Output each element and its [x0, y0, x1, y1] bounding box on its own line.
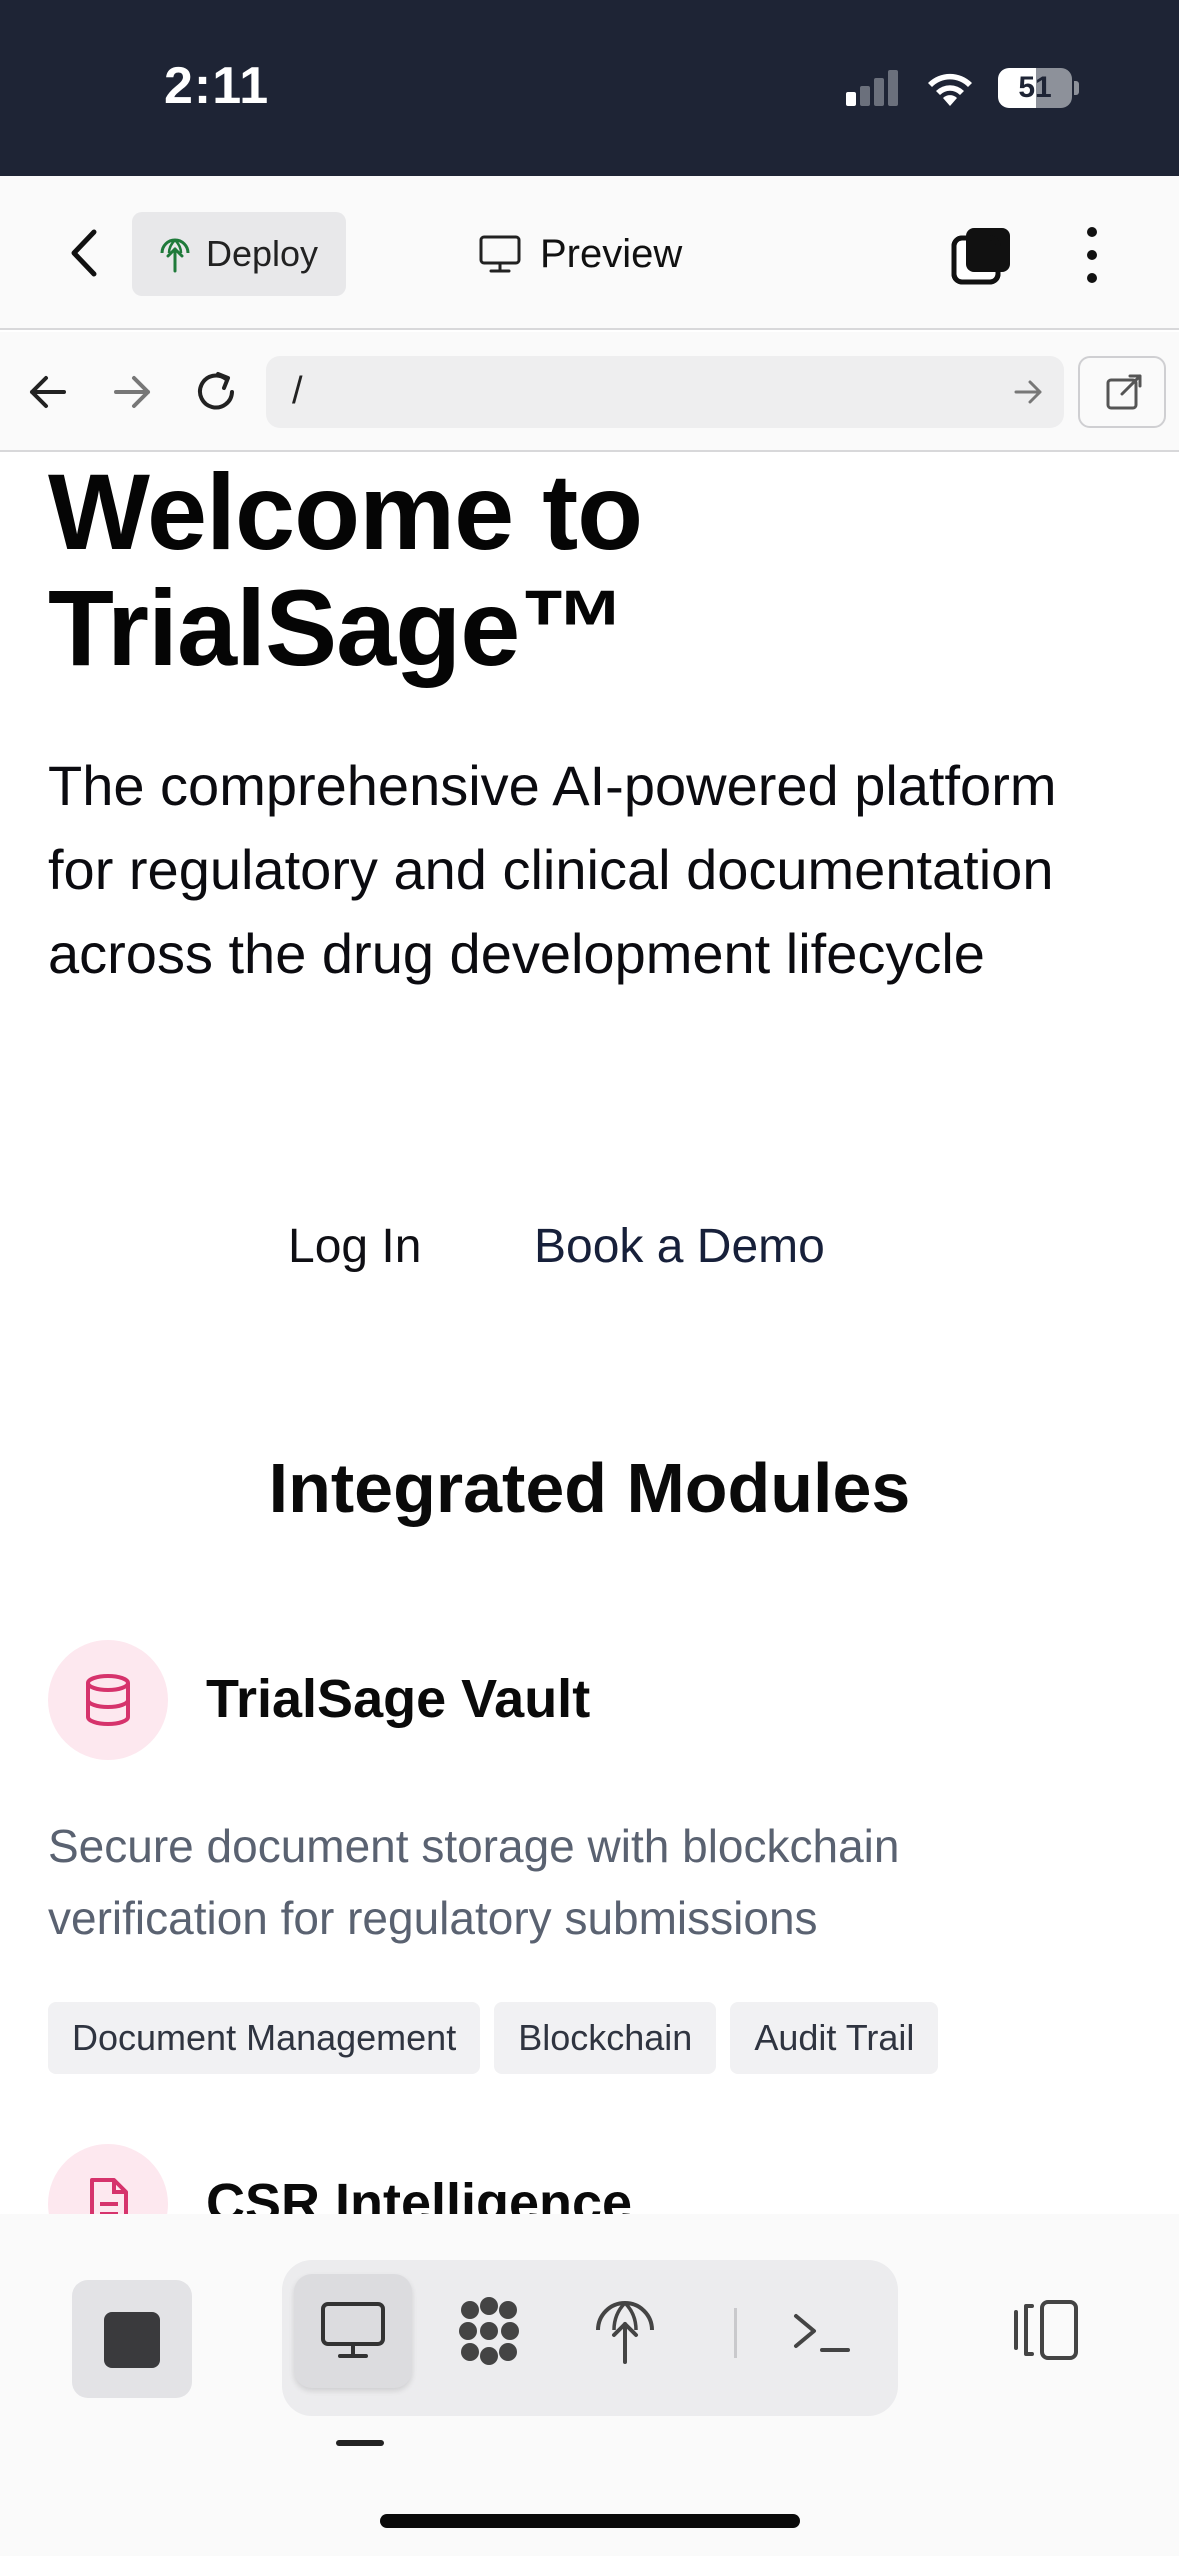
signal-icon: [846, 70, 906, 106]
login-button[interactable]: Log In: [268, 1202, 441, 1292]
battery-icon: 51: [998, 68, 1079, 108]
panel-toggle-icon[interactable]: [1006, 2290, 1086, 2370]
module-tags: Document Management Blockchain Audit Tra…: [48, 2002, 939, 2074]
agent-tool-button[interactable]: [430, 2274, 548, 2388]
tag: Blockchain: [494, 2002, 717, 2074]
monitor-icon: [321, 2302, 385, 2358]
back-chevron-icon[interactable]: [56, 220, 116, 286]
monitor-icon: [479, 235, 521, 273]
page-content: Welcome to TrialSage™ The comprehensive …: [0, 454, 1179, 2214]
status-bar: 2:11 51: [0, 0, 1179, 176]
book-demo-button[interactable]: Book a Demo: [520, 1202, 839, 1292]
module-description: Secure document storage with blockchain …: [48, 1820, 900, 1944]
terminal-icon: [794, 2314, 850, 2352]
deploy-button[interactable]: Deploy: [132, 212, 346, 296]
url-input[interactable]: /: [266, 356, 1064, 428]
preview-tool-button[interactable]: [294, 2274, 412, 2388]
url-text: /: [292, 370, 303, 412]
home-indicator: [380, 2514, 800, 2528]
hero-subtitle: The comprehensive AI-powered platform fo…: [48, 754, 1057, 985]
deploy-tool-button[interactable]: [566, 2274, 684, 2388]
browser-bar: /: [0, 332, 1179, 452]
stop-icon: [104, 2312, 160, 2368]
forward-arrow-icon[interactable]: [104, 364, 160, 420]
wifi-icon: [928, 73, 972, 106]
more-options-icon[interactable]: [1072, 222, 1112, 288]
tag: Document Management: [48, 2002, 481, 2074]
module-icon-badge: [48, 2144, 168, 2214]
module-icon-badge: [48, 1640, 168, 1760]
deploy-label: Deploy: [206, 233, 319, 274]
go-arrow-icon[interactable]: [1010, 374, 1046, 410]
file-text-icon: [90, 2178, 128, 2214]
tool-group: [282, 2260, 898, 2416]
section-title: Integrated Modules: [268, 1449, 911, 1527]
deploy-icon: [160, 238, 190, 273]
battery-percent: 51: [1018, 71, 1052, 104]
stop-button[interactable]: [72, 2280, 192, 2398]
status-time: 2:11: [164, 57, 270, 115]
shell-tool-button[interactable]: [762, 2274, 880, 2388]
back-arrow-icon[interactable]: [20, 364, 76, 420]
module-title: CSR Intelligence: [206, 2173, 633, 2214]
tag: Audit Trail: [730, 2002, 939, 2074]
deploy-icon: [596, 2301, 654, 2364]
preview-label: Preview: [540, 231, 683, 276]
bottom-toolbar: [0, 2214, 1179, 2556]
reload-icon[interactable]: [188, 364, 244, 420]
module-title: TrialSage Vault: [206, 1669, 591, 1729]
toolbar-divider: [734, 2308, 737, 2358]
app-header: Deploy Preview: [0, 176, 1179, 330]
preview-tab[interactable]: Preview: [478, 224, 682, 284]
open-external-button[interactable]: [1078, 356, 1166, 428]
tabs-icon[interactable]: [950, 224, 1014, 288]
database-icon: [86, 1674, 130, 1726]
active-tab-indicator: [336, 2440, 384, 2446]
agent-icon: [459, 2297, 519, 2365]
external-link-icon: [1106, 374, 1142, 410]
hero-title: Welcome to TrialSage™: [48, 454, 643, 688]
